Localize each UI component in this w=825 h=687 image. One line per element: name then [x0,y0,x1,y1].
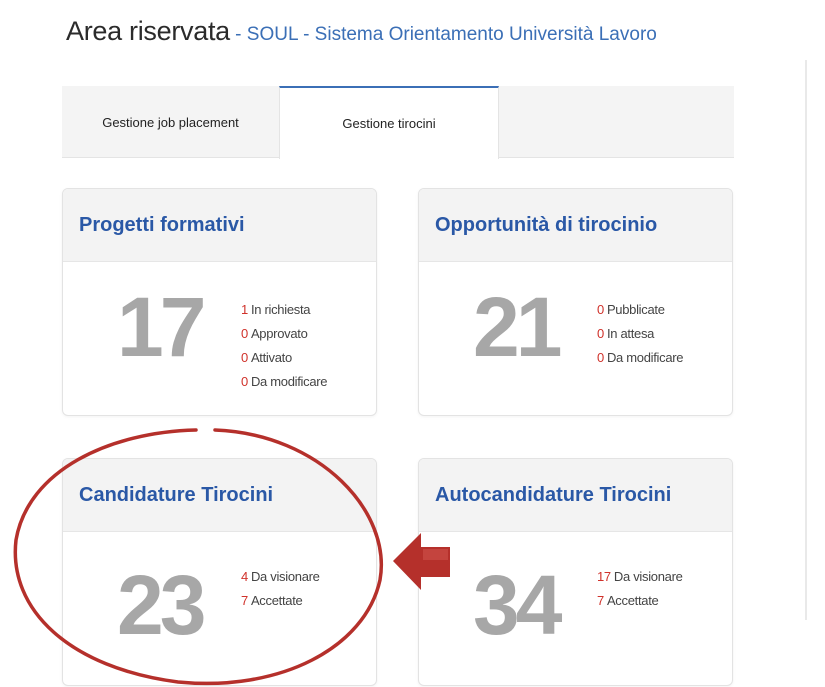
status-item[interactable]: 17 Da visionare [597,565,683,589]
status-item[interactable]: 7 Accettate [597,589,683,613]
card-header: Autocandidature Tirocini [419,459,732,532]
status-item[interactable]: 0 Attivato [241,346,327,370]
status-item[interactable]: 4 Da visionare [241,565,320,589]
status-count: 0 [597,350,604,365]
card-autocandidature-tirocini[interactable]: Autocandidature Tirocini 34 17 Da visiona… [418,458,733,686]
status-count: 0 [597,302,604,317]
status-count: 7 [241,593,248,608]
tab-tirocini[interactable]: Gestione tirocini [279,86,499,159]
page-header: Area riservata - SOUL - Sistema Orientam… [66,16,657,47]
card-count[interactable]: 23 [117,557,206,654]
card-header: Progetti formativi [63,189,376,262]
status-item[interactable]: 0 Da modificare [241,370,328,394]
status-label: Accettate [250,593,303,608]
status-label: Pubblicate [606,302,665,317]
status-item[interactable]: 1 In richiesta [241,298,327,322]
card-progetti-formativi[interactable]: Progetti formativi 17 1 In richiesta 0 App… [62,188,377,416]
status-count: 7 [597,593,604,608]
status-label: Da modificare [606,350,684,365]
status-item[interactable]: 0 In attesa [597,322,683,346]
status-item[interactable]: 0 Approvato [241,322,327,346]
card-count[interactable]: 34 [473,557,562,654]
status-label: Attivato [250,350,292,365]
status-list: 4 Da visionare 7 Accettate [241,565,320,613]
card-header: Candidature Tirocini [63,459,376,532]
status-count: 17 [597,569,611,584]
page-title: Area riservata [66,16,230,46]
status-label: In richiesta [250,302,311,317]
status-label: Da visionare [613,569,683,584]
tab-bar: Gestione job placement Gestione tirocini [62,86,734,159]
tab-job-placement[interactable]: Gestione job placement [62,86,279,158]
status-item[interactable]: 0 Pubblicate [597,298,683,322]
status-label: Da modificare [250,374,328,389]
scrollbar-edge [805,60,807,620]
status-count: 0 [241,326,248,341]
card-title[interactable]: Progetti formativi [79,214,245,237]
status-label: Accettate [606,593,659,608]
card-header: Opportunità di tirocinio [419,189,732,262]
card-title[interactable]: Autocandidature Tirocini [435,484,671,507]
status-count: 4 [241,569,248,584]
card-count[interactable]: 21 [473,279,562,376]
page: Area riservata - SOUL - Sistema Orientam… [0,0,825,687]
status-count: 0 [241,350,248,365]
title-separator: - [229,24,247,45]
card-title[interactable]: Candidature Tirocini [79,484,273,507]
status-item[interactable]: 7 Accettate [241,589,320,613]
status-list: 1 In richiesta 0 Approvato 0 Attivato 0 Da m… [241,298,328,394]
status-count: 0 [241,374,248,389]
card-count[interactable]: 17 [117,279,206,376]
card-candidature-tirocini[interactable]: Candidature Tirocini 23 4 Da visionare 7A… [62,458,377,686]
status-count: 1 [241,302,248,317]
status-count: 0 [597,326,604,341]
status-label: In attesa [606,326,655,341]
card-opportunita-tirocinio[interactable]: Opportunità di tirocinio 21 0 Pubblicate … [418,188,733,416]
status-item[interactable]: 0 Da modificare [597,346,684,370]
status-list: 0 Pubblicate 0 In attesa 0 Da modificare [597,298,684,370]
soul-link[interactable]: SOUL - Sistema Orientamento Università L… [247,24,657,45]
status-label: Approvato [250,326,308,341]
status-list: 17 Da visionare 7 Accettate [597,565,683,613]
card-title[interactable]: Opportunità di tirocinio [435,214,657,237]
status-label: Da visionare [250,569,320,584]
